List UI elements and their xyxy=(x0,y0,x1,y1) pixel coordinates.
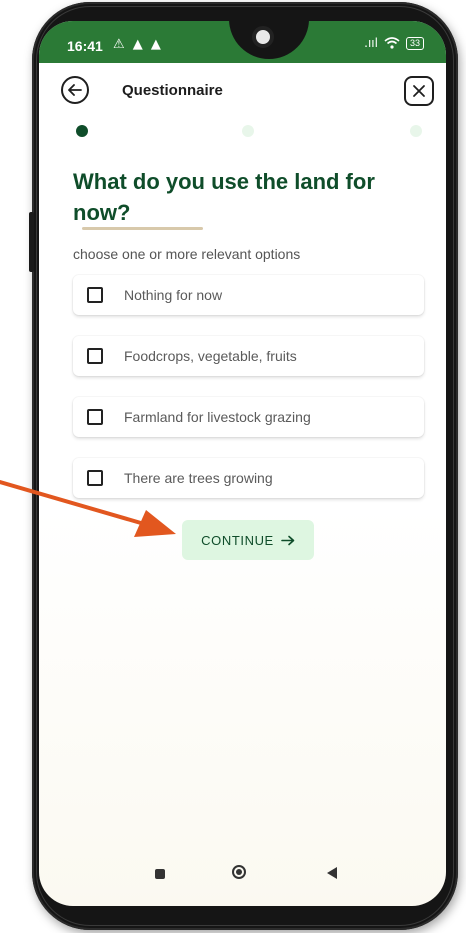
annotation-arrow xyxy=(0,480,176,537)
